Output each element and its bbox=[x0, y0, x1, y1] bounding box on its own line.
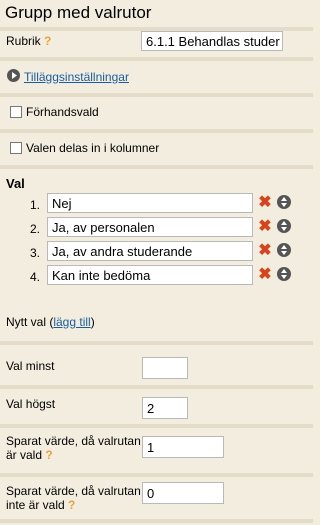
panel-title: Grupp med valrutor bbox=[5, 3, 152, 22]
divider bbox=[0, 424, 313, 428]
divider bbox=[0, 93, 313, 97]
choice-number: 4. bbox=[30, 270, 41, 284]
choice-input[interactable]: Ja, av personalen bbox=[47, 217, 253, 237]
checked-value-label: Sparat värde, då valrutan är vald ? bbox=[6, 434, 141, 462]
columns-label: Valen delas in i kolumner bbox=[26, 141, 160, 155]
help-icon[interactable]: ? bbox=[45, 448, 52, 462]
rubrik-label: Rubrik ? bbox=[6, 34, 52, 48]
divider bbox=[0, 57, 313, 61]
reorder-icon[interactable] bbox=[277, 243, 291, 257]
choice-number: 2. bbox=[30, 222, 41, 236]
help-icon[interactable]: ? bbox=[44, 34, 51, 48]
reorder-icon[interactable] bbox=[277, 219, 291, 233]
checked-value-input[interactable]: 1 bbox=[142, 436, 224, 458]
max-choices-label: Val högst bbox=[6, 397, 56, 411]
choice-input[interactable]: Kan inte bedöma bbox=[47, 265, 253, 285]
divider bbox=[0, 385, 313, 389]
delete-icon[interactable]: ✖ bbox=[258, 219, 272, 235]
min-choices-label: Val minst bbox=[6, 359, 55, 373]
delete-icon[interactable]: ✖ bbox=[258, 243, 272, 259]
help-icon[interactable]: ? bbox=[68, 498, 75, 512]
divider bbox=[0, 165, 313, 169]
divider bbox=[0, 341, 313, 345]
choice-number: 1. bbox=[30, 198, 41, 212]
divider bbox=[0, 519, 313, 523]
unchecked-value-label: Sparat värde, då valrutan inte är vald ? bbox=[6, 484, 141, 512]
choice-input[interactable]: Nej bbox=[47, 193, 253, 213]
preselected-label: Förhandsvald bbox=[26, 105, 99, 119]
min-choices-input[interactable] bbox=[142, 357, 188, 379]
choices-heading: Val bbox=[6, 176, 25, 191]
max-choices-input[interactable]: 2 bbox=[142, 397, 188, 419]
extra-settings-link[interactable]: Tilläggsinställningar bbox=[24, 70, 129, 84]
delete-icon[interactable]: ✖ bbox=[258, 267, 272, 283]
rubrik-input[interactable]: 6.1.1 Behandlas studer bbox=[141, 31, 283, 51]
add-choice-link[interactable]: lägg till bbox=[53, 315, 90, 329]
delete-icon[interactable]: ✖ bbox=[258, 195, 272, 211]
divider bbox=[0, 473, 313, 477]
unchecked-value-input[interactable]: 0 bbox=[142, 482, 224, 504]
reorder-icon[interactable] bbox=[277, 195, 291, 209]
reorder-icon[interactable] bbox=[277, 267, 291, 281]
choice-input[interactable]: Ja, av andra studerande bbox=[47, 241, 253, 261]
choice-number: 3. bbox=[30, 246, 41, 260]
preselected-checkbox[interactable] bbox=[10, 106, 22, 118]
expand-arrow-icon[interactable] bbox=[7, 69, 20, 82]
new-choice: Nytt val (lägg till) bbox=[6, 315, 95, 329]
divider bbox=[0, 129, 313, 133]
columns-checkbox[interactable] bbox=[10, 142, 22, 154]
